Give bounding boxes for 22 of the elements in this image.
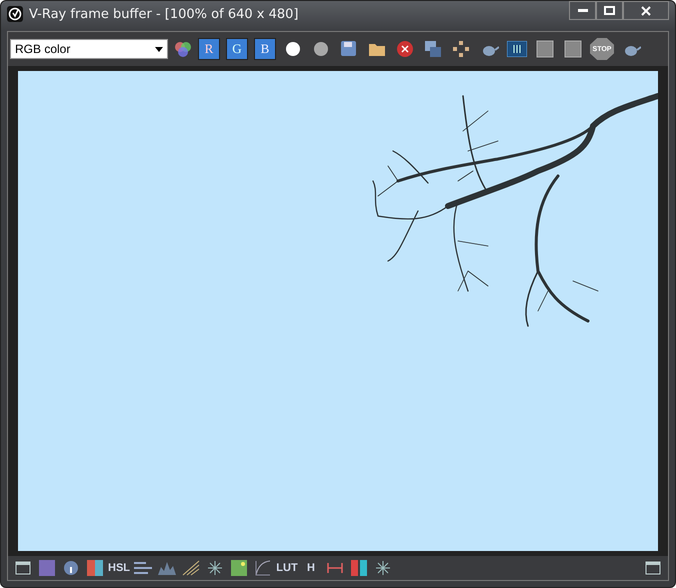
dropdown-caret-icon (155, 46, 163, 52)
image-icon[interactable] (228, 557, 250, 579)
label-icon[interactable]: HSL (108, 557, 130, 579)
channel-button[interactable]: G (226, 38, 248, 60)
swatch-icon[interactable] (36, 557, 58, 579)
label-icon[interactable]: LUT (276, 557, 298, 579)
maximize-button[interactable] (596, 1, 623, 20)
minimize-button[interactable] (569, 1, 596, 20)
channel-dropdown[interactable]: RGB color (10, 39, 168, 59)
channel-button[interactable]: B (254, 38, 276, 60)
close-button[interactable] (623, 1, 669, 20)
clear-icon[interactable] (394, 38, 416, 60)
color-circles-icon[interactable] (174, 40, 192, 58)
gradient-icon[interactable] (84, 557, 106, 579)
close-icon (641, 6, 651, 16)
minimize-icon (578, 8, 588, 12)
split-icon[interactable] (348, 557, 370, 579)
window-title: V-Ray frame buffer - [100% of 640 x 480] (29, 6, 298, 22)
copy-icon[interactable] (422, 38, 444, 60)
label-icon[interactable]: H (300, 557, 322, 579)
maximize-icon (604, 6, 615, 15)
logo-icon (7, 6, 23, 22)
